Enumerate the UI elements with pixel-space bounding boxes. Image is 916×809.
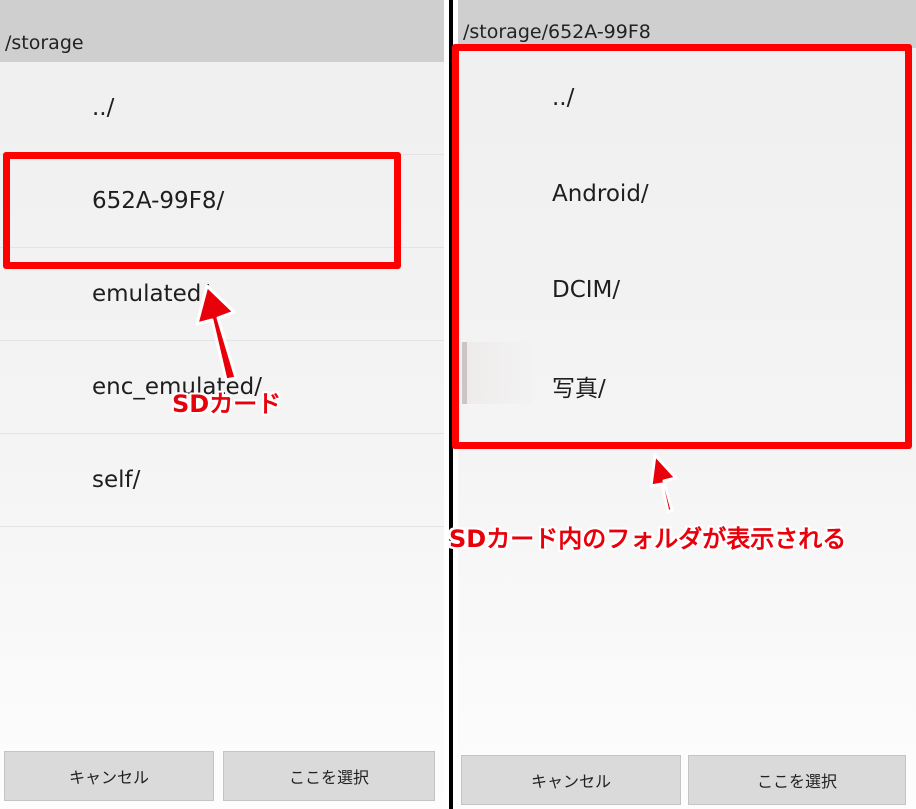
cancel-button[interactable]: キャンセル	[4, 751, 214, 801]
folder-list: ../ 652A-99F8/ emulated/ enc_emulated/ s…	[0, 62, 444, 527]
sd-contents-highlight-box	[452, 44, 912, 449]
select-here-button[interactable]: ここを選択	[688, 755, 906, 805]
folder-item-parent[interactable]: ../	[0, 62, 444, 155]
current-path-header: /storage/652A-99F8	[458, 0, 916, 48]
select-here-button[interactable]: ここを選択	[223, 751, 435, 801]
current-path-header: /storage	[0, 0, 444, 62]
sd-card-label: SDカード	[172, 390, 282, 418]
cancel-button[interactable]: キャンセル	[461, 755, 681, 805]
sd-folders-shown-label: SDカード内のフォルダが表示される	[449, 525, 847, 553]
sd-card-highlight-box	[3, 152, 401, 269]
folder-item-self[interactable]: self/	[0, 434, 444, 527]
